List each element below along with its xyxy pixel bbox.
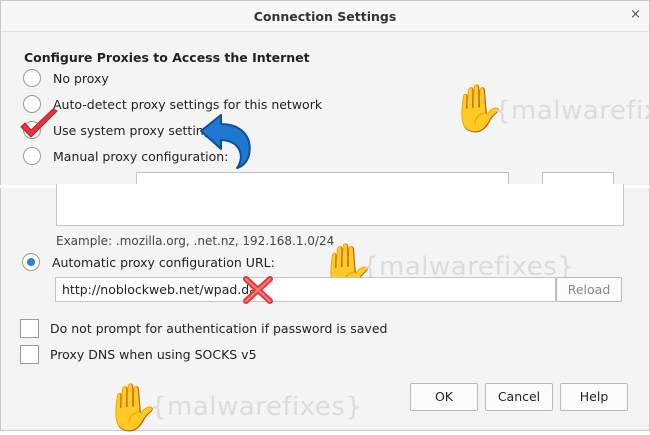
radio-no-proxy[interactable]: No proxy (23, 67, 109, 89)
curved-arrow-icon (200, 114, 251, 169)
checkbox-label: Proxy DNS when using SOCKS v5 (50, 346, 257, 362)
hand-icon: ✋ (449, 81, 507, 135)
help-button[interactable]: Help (560, 383, 628, 411)
dialog-title: Connection Settings (253, 9, 397, 24)
checkbox-row-socks-dns[interactable]: Proxy DNS when using SOCKS v5 (20, 343, 257, 365)
auto-config-url-input[interactable]: http://noblockweb.net/wpad.dat (55, 277, 556, 302)
radio-label: Auto-detect proxy settings for this netw… (53, 96, 323, 112)
no-proxy-textarea[interactable] (56, 184, 624, 226)
radio-manual-proxy[interactable]: Manual proxy configuration: (23, 145, 228, 167)
radio-label: No proxy (53, 70, 109, 86)
checkbox-row-auth[interactable]: Do not prompt for authentication if pass… (20, 317, 387, 339)
radio-button[interactable] (23, 69, 41, 87)
radio-auto-detect[interactable]: Auto-detect proxy settings for this netw… (23, 93, 322, 115)
checkbox-label: Do not prompt for authentication if pass… (50, 320, 388, 336)
radio-button-selected[interactable] (22, 253, 40, 271)
ok-button[interactable]: OK (410, 383, 478, 411)
close-icon[interactable]: × (630, 7, 641, 23)
cancel-button[interactable]: Cancel (485, 383, 553, 411)
x-mark-icon (243, 276, 273, 304)
url-input-value: http://noblockweb.net/wpad.dat (62, 282, 262, 297)
checkbox[interactable] (20, 344, 39, 364)
section-heading: Configure Proxies to Access the Internet (24, 50, 310, 65)
reload-button[interactable]: Reload (556, 277, 622, 302)
radio-auto-config-url[interactable]: Automatic proxy configuration URL: (22, 251, 275, 273)
title-bar: Connection Settings × (1, 1, 649, 32)
radio-label: Automatic proxy configuration URL: (52, 254, 275, 270)
radio-label: Use system proxy settings (53, 122, 219, 138)
checkmark-icon (20, 109, 58, 138)
radio-button[interactable] (23, 147, 41, 165)
watermark-text: {malwarefixes} (494, 96, 650, 126)
dialog-top-section: Connection Settings × ✋ {malwarefixes} C… (0, 0, 650, 186)
no-proxy-example-text: Example: .mozilla.org, .net.nz, 192.168.… (56, 234, 335, 248)
checkbox[interactable] (20, 318, 39, 338)
